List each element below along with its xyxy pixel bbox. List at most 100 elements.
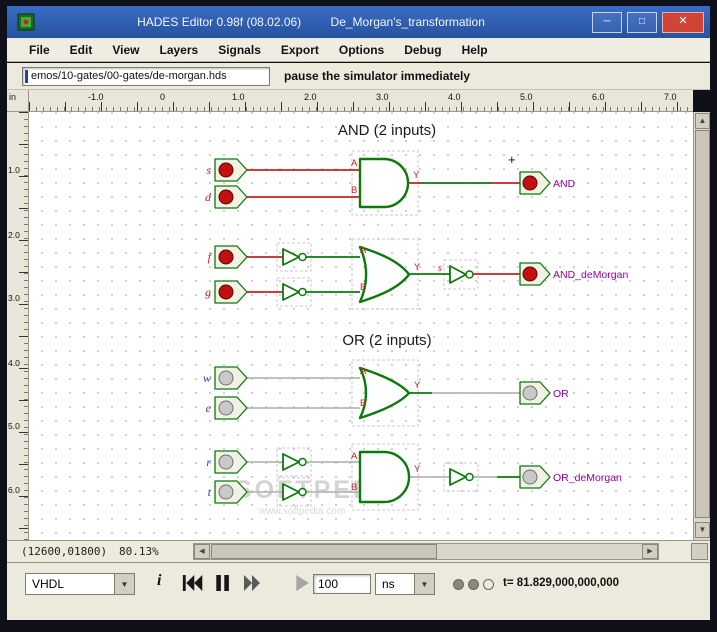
input-label: r xyxy=(206,455,211,469)
output-state-off xyxy=(522,385,538,401)
and-gate[interactable] xyxy=(358,157,410,209)
switch-state-on[interactable] xyxy=(218,189,234,205)
ruler-unit-label: in xyxy=(7,90,29,112)
watermark-url: www.softpedia.com xyxy=(258,506,345,517)
chevron-down-icon[interactable]: ▼ xyxy=(115,573,135,595)
play-button[interactable] xyxy=(291,575,313,591)
output-label: AND_deMorgan xyxy=(553,269,628,281)
hruler-label: 4.0 xyxy=(448,92,461,102)
scroll-down-icon[interactable]: ▼ xyxy=(695,522,710,538)
switch-state-off[interactable] xyxy=(218,484,234,500)
inverter-bubble xyxy=(298,487,307,497)
status-bar: (12600,01800) 80.13% ◀ ▶ xyxy=(7,540,710,562)
hruler-label: 5.0 xyxy=(520,92,533,102)
vruler-label: 1.0 xyxy=(8,165,20,175)
menu-debug[interactable]: Debug xyxy=(394,43,451,57)
intermediate-signal-label: s xyxy=(438,262,442,274)
port-label-b: B xyxy=(351,482,357,493)
input-label: d xyxy=(205,190,212,204)
hruler-label: -1.0 xyxy=(88,92,104,102)
menu-export[interactable]: Export xyxy=(271,43,329,57)
inverter-bubble xyxy=(465,472,474,482)
horizontal-scroll-thumb[interactable] xyxy=(211,544,437,559)
output-state-on xyxy=(522,266,538,282)
mode-selector-value[interactable]: VHDL xyxy=(25,573,115,595)
switch-state-off[interactable] xyxy=(218,400,234,416)
title-bar[interactable]: HADES Editor 0.98f (08.02.06) De_Morgan'… xyxy=(7,6,710,38)
port-label-b: B xyxy=(360,398,366,409)
menu-file[interactable]: File xyxy=(19,43,60,57)
menu-edit[interactable]: Edit xyxy=(60,43,103,57)
minimize-button[interactable]: ─ xyxy=(592,11,622,33)
inverter-gate[interactable] xyxy=(449,265,467,284)
toolbar: pause the simulator immediately xyxy=(7,63,710,90)
time-unit-selector[interactable]: ns ▼ xyxy=(375,573,435,595)
or-gate[interactable] xyxy=(358,366,411,420)
vruler-label: 2.0 xyxy=(8,230,20,240)
window-icon xyxy=(17,13,35,31)
app-title: HADES Editor 0.98f (08.02.06) xyxy=(137,15,302,29)
scroll-right-icon[interactable]: ▶ xyxy=(642,544,658,559)
menu-options[interactable]: Options xyxy=(329,43,394,57)
window-title: HADES Editor 0.98f (08.02.06) De_Morgan'… xyxy=(35,15,587,29)
status-led-green xyxy=(483,579,494,590)
status-led-gray xyxy=(453,579,464,590)
inverter-gate[interactable] xyxy=(282,453,300,471)
output-label: AND xyxy=(553,178,576,190)
mode-selector[interactable]: VHDL ▼ xyxy=(25,573,135,595)
inverter-bubble xyxy=(298,457,307,467)
hruler-label: 3.0 xyxy=(376,92,389,102)
switch-state-off[interactable] xyxy=(218,454,234,470)
status-led-gray xyxy=(468,579,479,590)
info-icon[interactable]: i xyxy=(157,572,161,590)
section-title-or: OR (2 inputs) xyxy=(342,332,431,349)
window-bottom-filler xyxy=(7,614,710,620)
close-button[interactable]: ✕ xyxy=(662,11,704,33)
file-path-input[interactable] xyxy=(22,66,270,86)
time-unit-value[interactable]: ns xyxy=(375,573,415,595)
inverter-gate[interactable] xyxy=(282,283,300,301)
input-label: t xyxy=(208,485,212,499)
document-title: De_Morgan's_transformation xyxy=(330,15,485,29)
vertical-ruler: 1.0 2.0 3.0 4.0 5.0 6.0 xyxy=(7,112,29,540)
and-gate[interactable] xyxy=(358,450,411,504)
vertical-scroll-thumb[interactable] xyxy=(695,130,710,518)
inverter-bubble xyxy=(298,252,307,262)
fast-forward-button[interactable] xyxy=(241,575,263,591)
vruler-label: 4.0 xyxy=(8,358,20,368)
step-time-input[interactable] xyxy=(313,574,371,594)
inverter-bubble xyxy=(465,270,474,279)
chevron-down-icon[interactable]: ▼ xyxy=(415,573,435,595)
switch-state-off[interactable] xyxy=(218,370,234,386)
menu-layers[interactable]: Layers xyxy=(149,43,208,57)
rewind-button[interactable] xyxy=(181,575,203,591)
port-label-y: Y xyxy=(414,262,421,273)
switch-state-on[interactable] xyxy=(218,284,234,300)
scrollbar-corner xyxy=(691,543,708,560)
hruler-label: 6.0 xyxy=(592,92,605,102)
scroll-up-icon[interactable]: ▲ xyxy=(695,113,710,129)
scroll-left-icon[interactable]: ◀ xyxy=(194,544,210,559)
or-gate[interactable] xyxy=(358,245,411,304)
inverter-gate[interactable] xyxy=(449,468,467,486)
simulator-status-text: pause the simulator immediately xyxy=(284,69,471,83)
and-demorgan-circuit: f g A B Y s AND_deMorgan xyxy=(205,238,628,310)
menu-signals[interactable]: Signals xyxy=(208,43,271,57)
input-label: f xyxy=(208,250,213,264)
maximize-button[interactable]: □ xyxy=(627,11,657,33)
switch-state-on[interactable] xyxy=(218,162,234,178)
port-label-y: Y xyxy=(414,380,421,391)
horizontal-ruler: -1.0 0 1.0 2.0 3.0 4.0 5.0 6.0 7.0 xyxy=(29,90,693,112)
pause-button[interactable] xyxy=(211,575,233,591)
schematic-canvas[interactable]: SOFTPEDIA www.softpedia.com AND (2 input… xyxy=(29,112,693,540)
menu-view[interactable]: View xyxy=(102,43,149,57)
output-label: OR_deMorgan xyxy=(553,472,622,484)
inverter-gate[interactable] xyxy=(282,248,300,266)
input-label: s xyxy=(206,163,211,177)
output-state-on xyxy=(522,175,538,191)
inverter-bubble xyxy=(298,287,307,297)
switch-state-on[interactable] xyxy=(218,249,234,265)
menu-help[interactable]: Help xyxy=(452,43,498,57)
horizontal-scrollbar[interactable]: ◀ ▶ xyxy=(193,543,659,560)
vertical-scrollbar[interactable]: ▲ ▼ xyxy=(693,112,710,540)
